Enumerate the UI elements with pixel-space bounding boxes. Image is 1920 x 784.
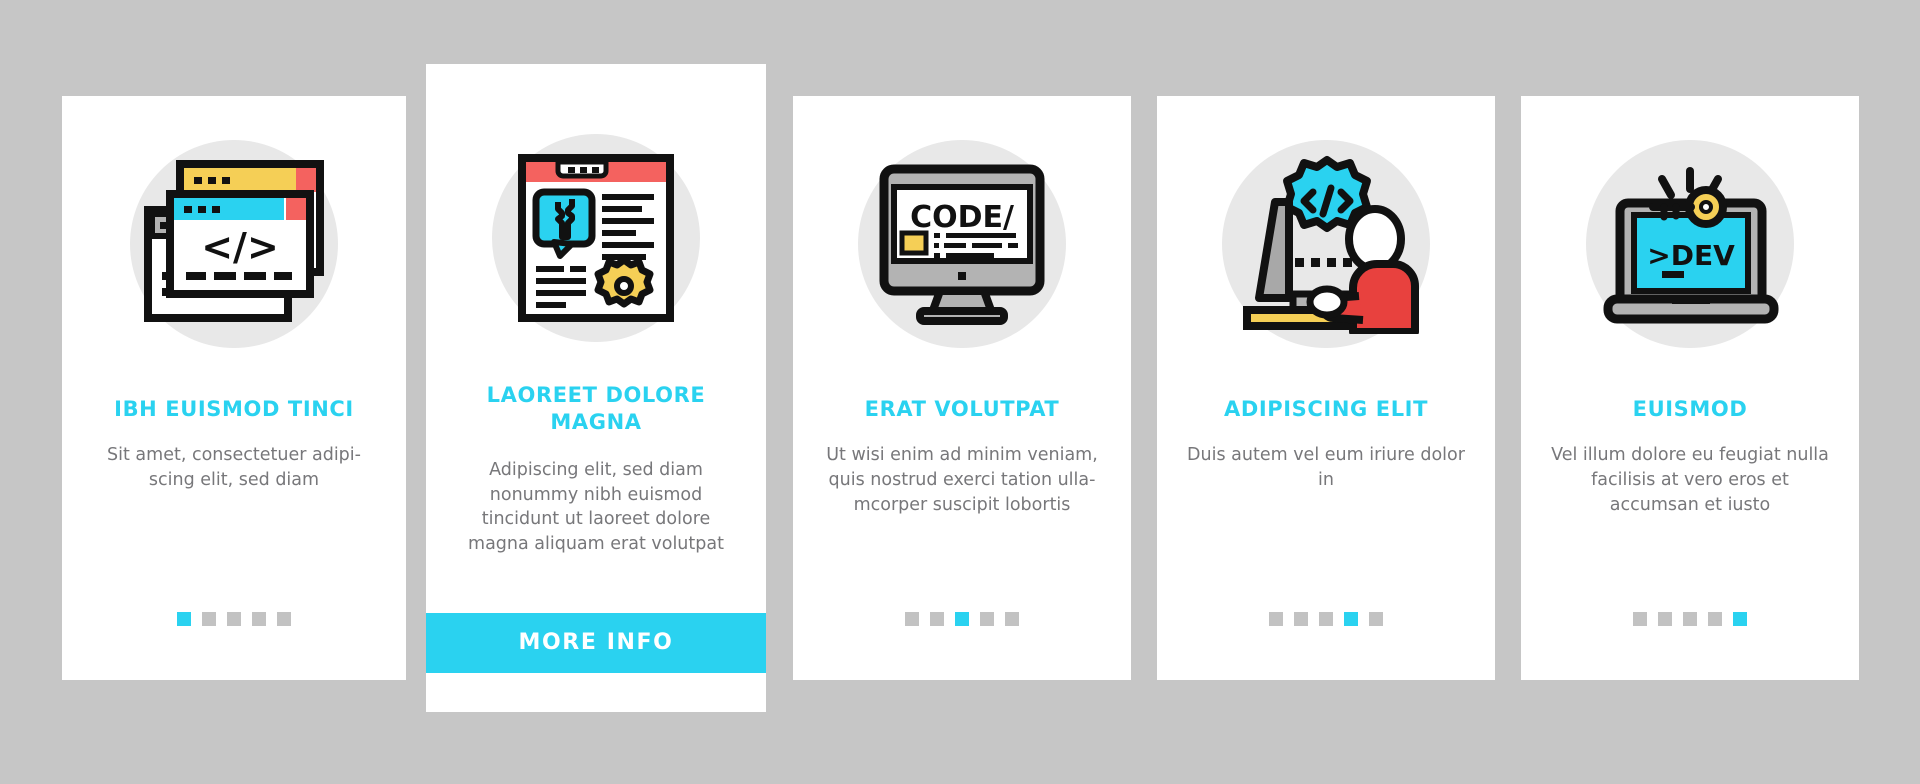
pagination-dot[interactable] — [955, 612, 969, 626]
pagination-dot[interactable] — [1369, 612, 1383, 626]
desktop-monitor-code-icon: CODE/ — [858, 140, 1066, 348]
onboarding-card-4[interactable]: ADIPISCING ELIT Duis autem vel eum iriur… — [1157, 96, 1495, 680]
onboarding-card-5[interactable]: >DEV EUISMOD Vel illum dolore eu feugiat… — [1521, 96, 1859, 680]
onboarding-card-2[interactable]: LAOREET DOLORE MAGNA Adipiscing elit, se… — [426, 64, 766, 712]
stacked-browser-windows-code-icon: </> — [130, 140, 338, 348]
pagination-dot[interactable] — [1683, 612, 1697, 626]
pagination-dot[interactable] — [252, 612, 266, 626]
card-1-title: IBH EUISMOD TINCI — [114, 397, 354, 421]
laptop-dev-text: >DEV — [1647, 239, 1735, 272]
card-4-title: ADIPISCING ELIT — [1223, 397, 1429, 421]
card-1-icon-area: </> — [62, 140, 406, 348]
onboarding-card-1[interactable]: </> IBH EUISMOD TINCI Sit amet, consecte… — [62, 96, 406, 680]
card-5-title: EUISMOD — [1632, 397, 1748, 421]
card-1-pagination-dots[interactable] — [62, 612, 406, 626]
card-4-description: Duis autem vel eum iriure dolor in — [1187, 444, 1465, 490]
card-3-icon-area: CODE/ — [793, 140, 1131, 348]
pagination-dot[interactable] — [980, 612, 994, 626]
card-4-icon-area — [1157, 140, 1495, 348]
monitor-code-text: CODE/ — [910, 200, 1014, 235]
pagination-dot[interactable] — [1344, 612, 1358, 626]
card-3-pagination-dots[interactable] — [793, 612, 1131, 626]
card-5-pagination-dots[interactable] — [1521, 612, 1859, 626]
pagination-dot[interactable] — [227, 612, 241, 626]
pagination-dot[interactable] — [1633, 612, 1647, 626]
svg-text:</>: </> — [201, 225, 279, 269]
pagination-dot[interactable] — [1708, 612, 1722, 626]
developer-at-desk-gear-icon — [1222, 140, 1430, 348]
card-5-icon-area: >DEV — [1521, 140, 1859, 348]
pagination-dot[interactable] — [277, 612, 291, 626]
card-2-description: Adipiscing elit, sed diam nonummy nibh e… — [468, 459, 724, 555]
card-2-title: LAOREET DOLORE MAGNA — [486, 383, 706, 434]
pagination-dot[interactable] — [930, 612, 944, 626]
pagination-dot[interactable] — [905, 612, 919, 626]
onboarding-screens-stage: </> IBH EUISMOD TINCI Sit amet, consecte… — [0, 0, 1920, 784]
pagination-dot[interactable] — [1733, 612, 1747, 626]
card-5-description: Vel illum dolore eu feugiat nulla facili… — [1551, 444, 1829, 515]
onboarding-card-3[interactable]: CODE/ ERAT VOLUTPAT Ut wisi enim ad mini… — [793, 96, 1131, 680]
card-4-pagination-dots[interactable] — [1157, 612, 1495, 626]
card-3-description: Ut wisi enim ad minim veniam, quis nostr… — [826, 444, 1098, 515]
pagination-dot[interactable] — [1658, 612, 1672, 626]
pagination-dot[interactable] — [1319, 612, 1333, 626]
laptop-key-dev-icon: >DEV — [1586, 140, 1794, 348]
pagination-dot[interactable] — [202, 612, 216, 626]
card-1-description: Sit amet, consectetuer adipi-scing elit,… — [107, 444, 361, 490]
pagination-dot[interactable] — [177, 612, 191, 626]
pagination-dot[interactable] — [1269, 612, 1283, 626]
pagination-dot[interactable] — [1005, 612, 1019, 626]
document-wrench-settings-icon — [492, 134, 700, 342]
more-info-button[interactable]: MORE INFO — [426, 613, 766, 673]
pagination-dot[interactable] — [1294, 612, 1308, 626]
card-3-title: ERAT VOLUTPAT — [864, 397, 1060, 421]
card-2-icon-area — [426, 134, 766, 342]
